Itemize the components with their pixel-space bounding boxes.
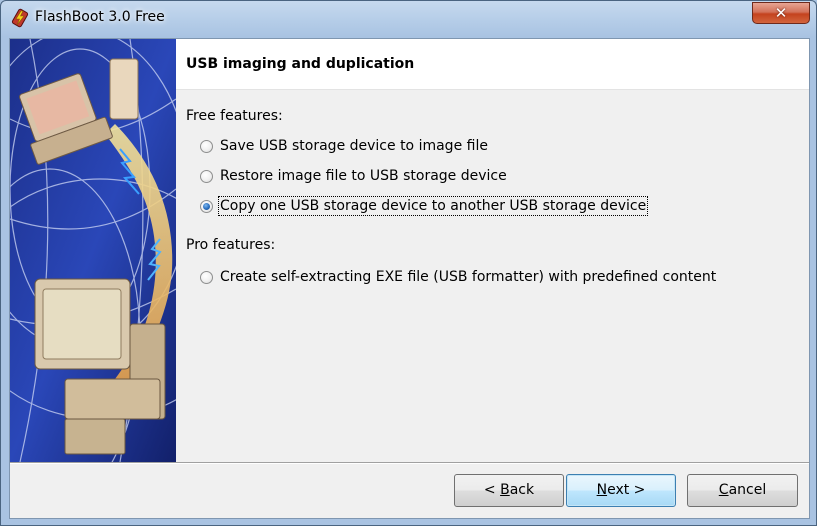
cancel-label-rest: ancel bbox=[728, 482, 767, 498]
radio-button[interactable] bbox=[200, 169, 213, 183]
option-restore-image[interactable]: Restore image file to USB storage device bbox=[200, 165, 508, 187]
option-label[interactable]: Copy one USB storage device to another U… bbox=[217, 196, 649, 216]
computers-illustration bbox=[10, 39, 176, 462]
wizard-client-area: USB imaging and duplication Free feature… bbox=[9, 38, 810, 519]
back-prefix: < bbox=[483, 482, 501, 498]
back-label-rest: ack bbox=[509, 482, 535, 498]
option-label[interactable]: Restore image file to USB storage device bbox=[219, 167, 508, 185]
next-button[interactable]: Next > bbox=[566, 474, 676, 507]
close-icon: ✕ bbox=[774, 4, 788, 22]
page-title: USB imaging and duplication bbox=[186, 56, 415, 72]
radio-button-selected[interactable] bbox=[200, 199, 213, 213]
feature-options-panel: Free features: Save USB storage device t… bbox=[176, 90, 809, 462]
footer-separator bbox=[10, 462, 809, 464]
cancel-button[interactable]: Cancel bbox=[687, 474, 798, 507]
cancel-accelerator: C bbox=[718, 482, 729, 498]
flashboot-usb-lightning-icon bbox=[11, 8, 29, 28]
next-label-rest: ext > bbox=[607, 482, 646, 498]
back-accelerator: B bbox=[500, 482, 510, 498]
back-button[interactable]: < Back bbox=[454, 474, 564, 507]
side-banner-illustration bbox=[10, 39, 176, 462]
free-features-label: Free features: bbox=[186, 108, 283, 124]
option-copy-usb-device[interactable]: Copy one USB storage device to another U… bbox=[200, 195, 649, 217]
radio-button[interactable] bbox=[200, 270, 213, 284]
option-label[interactable]: Save USB storage device to image file bbox=[219, 137, 489, 155]
title-bar[interactable]: FlashBoot 3.0 Free ✕ bbox=[1, 1, 816, 37]
next-accelerator: N bbox=[596, 482, 608, 498]
option-label[interactable]: Create self-extracting EXE file (USB for… bbox=[219, 268, 717, 286]
wizard-header: USB imaging and duplication bbox=[176, 39, 809, 90]
option-create-exe[interactable]: Create self-extracting EXE file (USB for… bbox=[200, 266, 717, 288]
radio-button[interactable] bbox=[200, 139, 213, 153]
window-title: FlashBoot 3.0 Free bbox=[35, 9, 165, 25]
option-save-to-image[interactable]: Save USB storage device to image file bbox=[200, 135, 489, 157]
app-window: FlashBoot 3.0 Free ✕ USB imaging and dup… bbox=[0, 0, 817, 526]
pro-features-label: Pro features: bbox=[186, 237, 276, 253]
close-button[interactable]: ✕ bbox=[752, 2, 810, 24]
